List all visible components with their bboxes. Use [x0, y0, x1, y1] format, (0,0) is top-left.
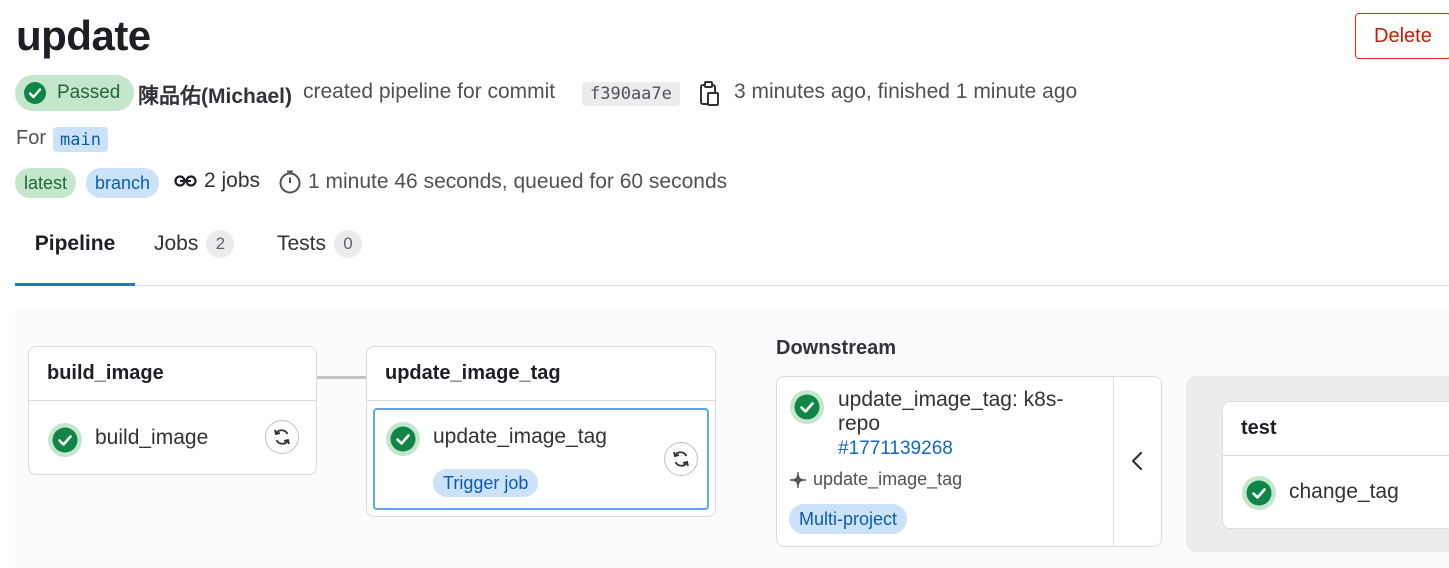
downstream-heading: Downstream — [776, 337, 897, 359]
job-build-image[interactable]: build_image — [95, 426, 208, 450]
stage-title: build_image — [29, 347, 316, 401]
success-icon — [385, 421, 421, 462]
jobs-count-label: 2 jobs — [204, 169, 261, 192]
downstream-project-title: update_image_tag: k8s-repo — [838, 388, 1064, 435]
latest-badge: latest — [15, 168, 77, 198]
for-label: For — [16, 127, 46, 149]
tabs-divider — [15, 285, 1449, 286]
duration: 1 minute 46 seconds, queued for 60 secon… — [278, 169, 727, 195]
retry-button[interactable] — [265, 420, 299, 454]
tab-label: Tests — [277, 232, 327, 255]
ref-branch-link[interactable]: main — [53, 127, 108, 152]
chevron-left-icon — [1131, 451, 1143, 471]
tab-label: Pipeline — [34, 232, 116, 255]
success-icon — [789, 389, 825, 430]
job-update-image-tag[interactable]: update_image_tag — [433, 425, 607, 449]
stage-update-image-tag: update_image_tag update_image_tag Trigge… — [366, 346, 716, 517]
trigger-job-badge: Trigger job — [433, 469, 539, 497]
card-divider — [1113, 377, 1114, 546]
tab-count-badge: 2 — [206, 230, 235, 258]
retry-button[interactable] — [664, 442, 698, 476]
success-icon — [1241, 475, 1277, 516]
jobs-count: 2 jobs — [174, 169, 260, 193]
tab-pipeline[interactable]: Pipeline — [15, 232, 135, 286]
status-badge[interactable]: Passed — [15, 75, 135, 111]
stage-test: test change_tag — [1222, 401, 1449, 529]
source-job-label: update_image_tag — [813, 469, 963, 489]
collapse-downstream-button[interactable] — [1128, 449, 1148, 478]
stage-title: update_image_tag — [367, 347, 715, 401]
source-job: update_image_tag — [789, 469, 962, 490]
commit-sha-link[interactable]: f390aa7e — [582, 82, 680, 106]
check-circle-icon — [24, 82, 46, 104]
success-icon — [47, 422, 83, 463]
job-card-selected[interactable] — [373, 408, 709, 510]
retry-icon — [274, 429, 290, 445]
stage-title: test — [1223, 402, 1449, 456]
trigger-source-icon — [790, 471, 806, 488]
created-text: created pipeline for commit — [303, 80, 556, 103]
branch-badge: branch — [86, 168, 160, 198]
delete-button[interactable]: Delete — [1355, 13, 1449, 59]
multi-project-badge: Multi-project — [789, 504, 908, 534]
tab-label: Jobs — [154, 232, 199, 255]
author-link[interactable]: 陳品佑(Michael) — [138, 80, 292, 110]
copy-sha-icon[interactable] — [698, 81, 720, 112]
tab-jobs[interactable]: Jobs 2 — [154, 230, 235, 284]
pipeline-icon — [174, 175, 197, 187]
status-label: Passed — [57, 82, 121, 103]
timer-icon — [279, 170, 301, 194]
tab-count-badge: 0 — [334, 230, 363, 258]
job-change-tag[interactable]: change_tag — [1289, 480, 1399, 504]
timestamp-text: 3 minutes ago, finished 1 minute ago — [734, 80, 1078, 103]
page-title: update — [16, 12, 151, 59]
stage-build-image: build_image build_image — [28, 346, 317, 475]
downstream-pipeline-link[interactable]: #1771139268 — [838, 438, 953, 460]
duration-label: 1 minute 46 seconds, queued for 60 secon… — [308, 170, 728, 193]
tab-tests[interactable]: Tests 0 — [277, 230, 363, 284]
retry-icon — [673, 451, 689, 467]
stage-connector — [317, 376, 366, 379]
